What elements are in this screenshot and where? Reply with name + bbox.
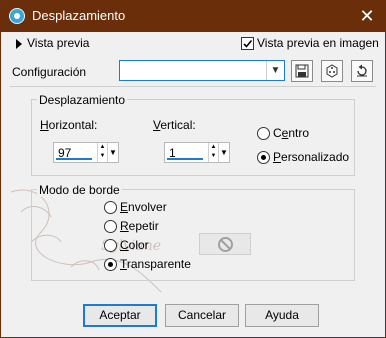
close-button[interactable]: ✕: [356, 5, 378, 27]
displacement-group-title: Desplazamiento: [37, 93, 128, 107]
floppy-save-icon: [295, 64, 309, 78]
vertical-spin-arrows[interactable]: ▲ ▼: [208, 143, 218, 162]
horizontal-label: Horizontal:: [40, 118, 98, 132]
separator: [10, 86, 376, 87]
radio-center[interactable]: [257, 127, 270, 140]
radio-transparent[interactable]: [104, 258, 117, 271]
repeat-label[interactable]: Repetir: [120, 219, 159, 233]
reset-arrow-icon: [357, 64, 367, 77]
transparent-label[interactable]: Transparente: [120, 257, 191, 271]
disabled-no-icon: [218, 237, 233, 252]
border-color-swatch: [199, 233, 251, 255]
custom-label[interactable]: Personalizado: [273, 150, 349, 164]
dice-icon: [326, 64, 338, 78]
radio-color[interactable]: [104, 239, 117, 252]
check-icon: [243, 39, 253, 48]
accept-button[interactable]: Aceptar: [83, 304, 157, 327]
vertical-label: Vertical:: [153, 118, 196, 132]
radio-wrap[interactable]: [104, 201, 117, 214]
close-icon: ✕: [359, 6, 375, 26]
config-combobox[interactable]: ▼: [119, 60, 285, 81]
app-icon: [9, 8, 25, 24]
radio-repeat[interactable]: [104, 220, 117, 233]
preview-on-image-checkbox[interactable]: [241, 37, 254, 50]
horizontal-dropdown-icon[interactable]: ▼: [107, 143, 118, 162]
preview-on-image-label: Vista previa en imagen: [257, 36, 379, 50]
cancel-button[interactable]: Cancelar: [165, 304, 239, 327]
chevron-down-icon[interactable]: ▼: [266, 61, 284, 80]
border-mode-group-title: Modo de borde: [37, 183, 122, 197]
vertical-focus-underline: [167, 158, 203, 160]
help-button[interactable]: Ayuda: [245, 304, 319, 327]
center-label[interactable]: Centro: [273, 126, 309, 140]
horizontal-focus-underline: [56, 158, 92, 160]
dialog-body: Sylviane Vista previa Vista previa en im…: [1, 32, 385, 337]
color-label[interactable]: Color: [120, 238, 149, 252]
radio-custom[interactable]: [257, 151, 270, 164]
preview-expander-label[interactable]: Vista previa: [27, 36, 89, 50]
config-label: Configuración: [12, 65, 87, 79]
dialog-window: Desplazamiento ✕ Sylviane Vista previa V…: [0, 0, 386, 338]
expand-preview-icon[interactable]: [16, 39, 22, 49]
window-title: Desplazamiento: [32, 8, 126, 23]
horizontal-spinbox[interactable]: 97 ▲ ▼ ▼: [53, 142, 119, 163]
border-mode-group: [31, 189, 355, 281]
title-bar[interactable]: Desplazamiento ✕: [0, 0, 386, 32]
vertical-dropdown-icon[interactable]: ▼: [218, 143, 229, 162]
randomize-button[interactable]: [321, 60, 343, 82]
reset-button[interactable]: [351, 60, 373, 82]
wrap-label[interactable]: Envolver: [120, 200, 167, 214]
horizontal-spin-arrows[interactable]: ▲ ▼: [97, 143, 107, 162]
vertical-spinbox[interactable]: 1 ▲ ▼ ▼: [164, 142, 230, 163]
save-preset-button[interactable]: [291, 60, 313, 82]
